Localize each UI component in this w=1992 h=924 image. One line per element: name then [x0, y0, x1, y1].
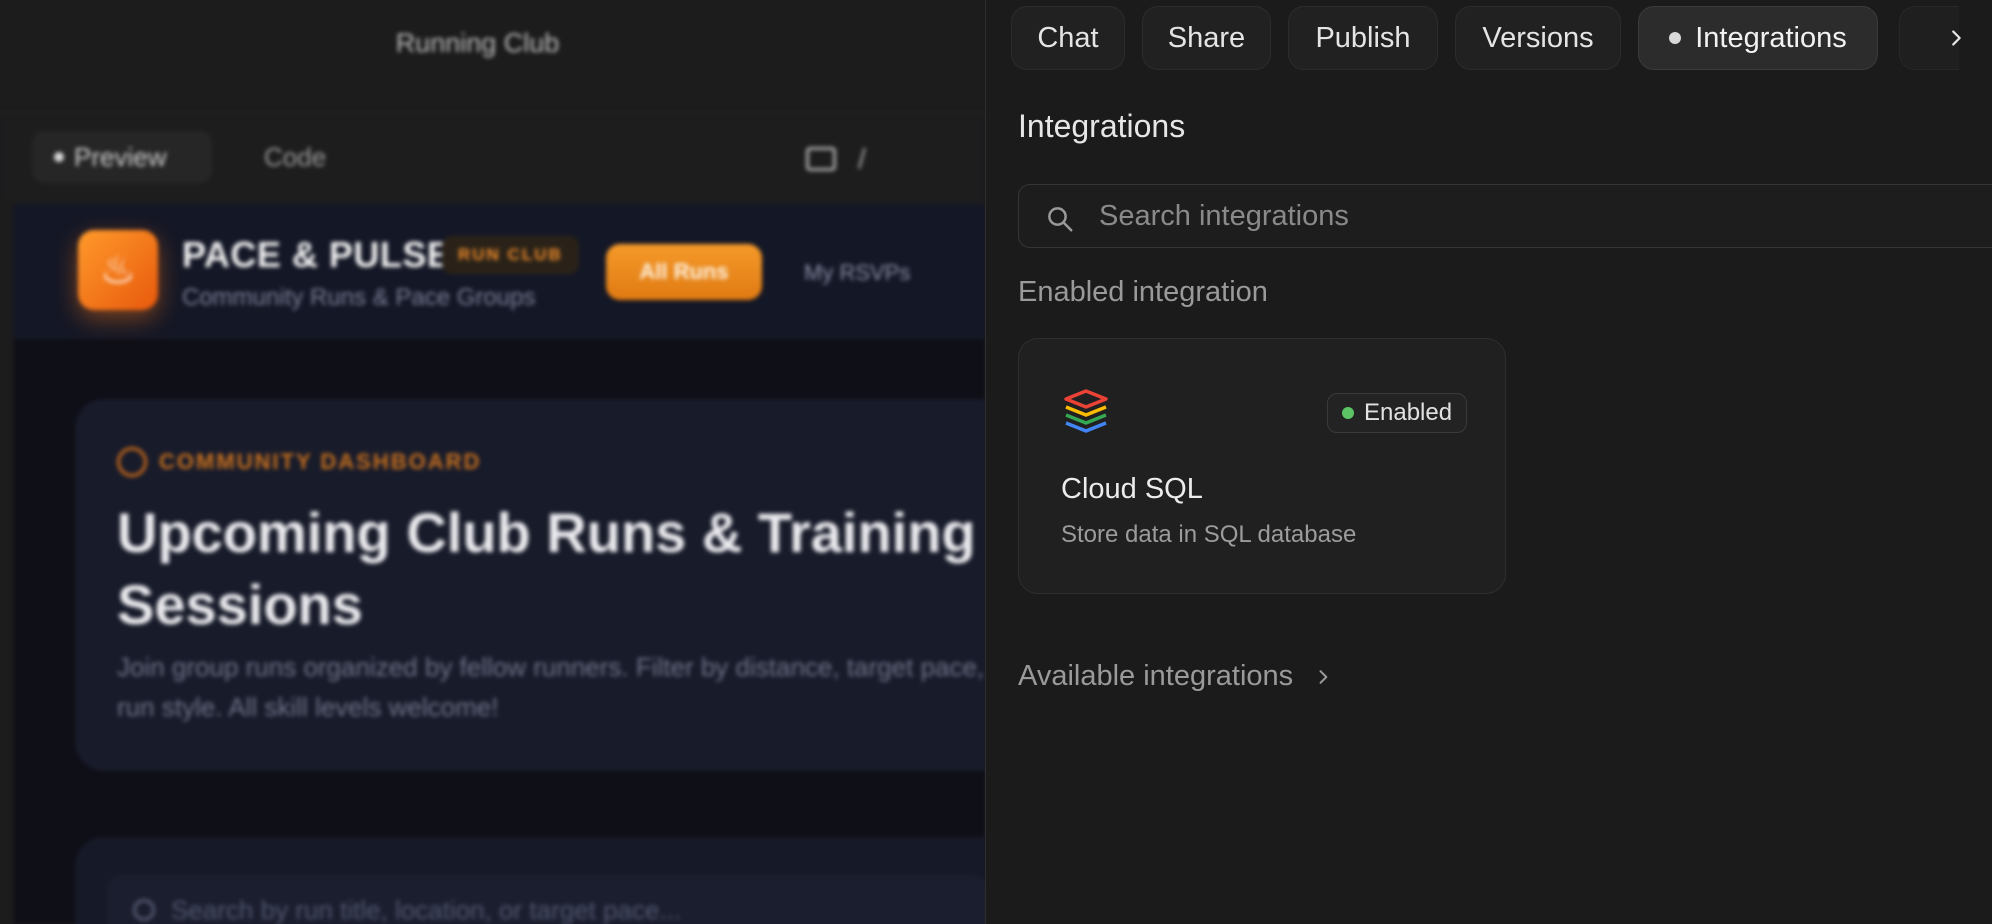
preview-content: Running Club Preview Code / ♨ PACE & PUL…	[0, 0, 985, 924]
status-dot-icon	[1342, 407, 1354, 419]
brand-name: PACE & PULSE	[182, 234, 452, 275]
search-input[interactable]	[1099, 185, 1992, 247]
preview-toolbar: Preview Code /	[0, 112, 985, 204]
integration-description: Store data in SQL database	[1061, 521, 1357, 548]
integration-card-cloud-sql[interactable]: Enabled Cloud SQL Store data in SQL data…	[1018, 338, 1506, 594]
panel-tabs: Chat Share Publish Versions Integrations	[986, 6, 1992, 70]
enabled-section-label: Enabled integration	[1018, 276, 1268, 308]
preview-dot-icon	[54, 152, 64, 162]
active-dot-icon	[1669, 32, 1682, 44]
side-panel: Chat Share Publish Versions Integrations	[985, 0, 1992, 924]
check-circle-icon	[117, 447, 147, 477]
brand-subtitle: Community Runs & Pace Groups	[182, 284, 536, 311]
hero-tag-label: COMMUNITY DASHBOARD	[159, 449, 482, 474]
preview-tab[interactable]: Preview	[32, 131, 212, 183]
available-integrations-toggle[interactable]: Available integrations	[1018, 660, 1333, 693]
panel-title: Integrations	[1018, 108, 1186, 144]
integration-name: Cloud SQL	[1061, 473, 1203, 505]
path-separator: /	[858, 143, 866, 174]
run-search-placeholder: Search by run title, location, or target…	[171, 894, 682, 924]
chevron-right-icon	[1952, 30, 1961, 46]
available-section-label: Available integrations	[1018, 660, 1294, 692]
hero-description: Join group runs organized by fellow runn…	[117, 652, 985, 722]
tab-label: Chat	[1037, 21, 1099, 54]
preview-pane: Running Club Preview Code / ♨ PACE & PUL…	[0, 0, 985, 924]
code-tab-label: Code	[264, 141, 327, 172]
hero-tag: COMMUNITY DASHBOARD	[117, 447, 481, 477]
preview-tab-label: Preview	[74, 141, 167, 172]
app-window: Running Club Preview Code / ♨ PACE & PUL…	[0, 0, 1992, 924]
chevron-right-icon	[1319, 669, 1328, 684]
scroll-tabs-right-button[interactable]	[1932, 14, 1980, 62]
search-icon	[1048, 207, 1073, 232]
nav-all-runs[interactable]: All Runs	[606, 244, 762, 300]
hero-card: COMMUNITY DASHBOARD Upcoming Club Runs &…	[76, 400, 985, 770]
tab-versions[interactable]: Versions	[1455, 6, 1621, 70]
tab-integrations[interactable]: Integrations	[1638, 6, 1878, 70]
tab-label: Publish	[1315, 21, 1411, 54]
device-icon[interactable]	[806, 147, 836, 171]
run-search-card: Search by run title, location, or target…	[76, 838, 985, 924]
tab-chat[interactable]: Chat	[1011, 6, 1125, 70]
nav-my-rsvps[interactable]: My RSVPs	[804, 260, 910, 286]
app-header: ♨ PACE & PULSE RUN CLUB Community Runs &…	[14, 204, 985, 338]
app-preview: ♨ PACE & PULSE RUN CLUB Community Runs &…	[14, 204, 985, 924]
tab-label: Versions	[1482, 21, 1594, 54]
tab-label: Share	[1167, 21, 1246, 54]
tab-publish[interactable]: Publish	[1288, 6, 1438, 70]
flame-logo-icon: ♨	[78, 230, 158, 310]
status-badge: Enabled	[1327, 393, 1468, 433]
hero-title: Upcoming Club Runs & Training Sessions	[117, 501, 976, 636]
cloud-sql-layers-icon	[1064, 389, 1108, 433]
project-title: Running Club	[395, 28, 560, 58]
tab-label: Integrations	[1695, 21, 1847, 54]
integrations-search[interactable]	[1018, 184, 1992, 248]
search-icon	[133, 899, 155, 921]
status-label: Enabled	[1364, 399, 1453, 426]
run-search-input[interactable]: Search by run title, location, or target…	[107, 875, 985, 924]
brand-badge: RUN CLUB	[442, 236, 579, 274]
tab-share[interactable]: Share	[1142, 6, 1271, 70]
code-tab[interactable]: Code	[232, 131, 352, 183]
